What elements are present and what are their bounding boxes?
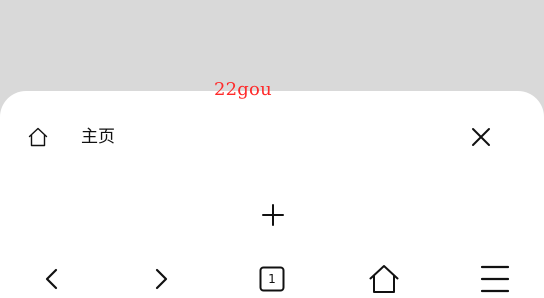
watermark-text: 22gou [214, 79, 272, 100]
chevron-left-icon [45, 268, 58, 290]
tabs-count: 1 [268, 272, 276, 286]
home-icon [369, 265, 399, 293]
menu-button[interactable] [477, 261, 513, 297]
new-tab-button[interactable] [259, 201, 287, 229]
close-icon[interactable] [467, 123, 495, 151]
tabs-sheet: 主页 1 [0, 91, 544, 298]
home-button[interactable] [366, 261, 402, 297]
tab-item[interactable]: 主页 [0, 91, 544, 183]
chevron-right-icon [155, 268, 168, 290]
forward-button[interactable] [143, 261, 179, 297]
tab-title: 主页 [81, 127, 115, 147]
tabs-count-button[interactable]: 1 [259, 266, 285, 292]
menu-icon [480, 265, 510, 293]
home-icon [26, 125, 50, 149]
plus-icon [262, 204, 284, 226]
back-button[interactable] [34, 261, 70, 297]
bottom-toolbar: 1 [0, 261, 544, 298]
